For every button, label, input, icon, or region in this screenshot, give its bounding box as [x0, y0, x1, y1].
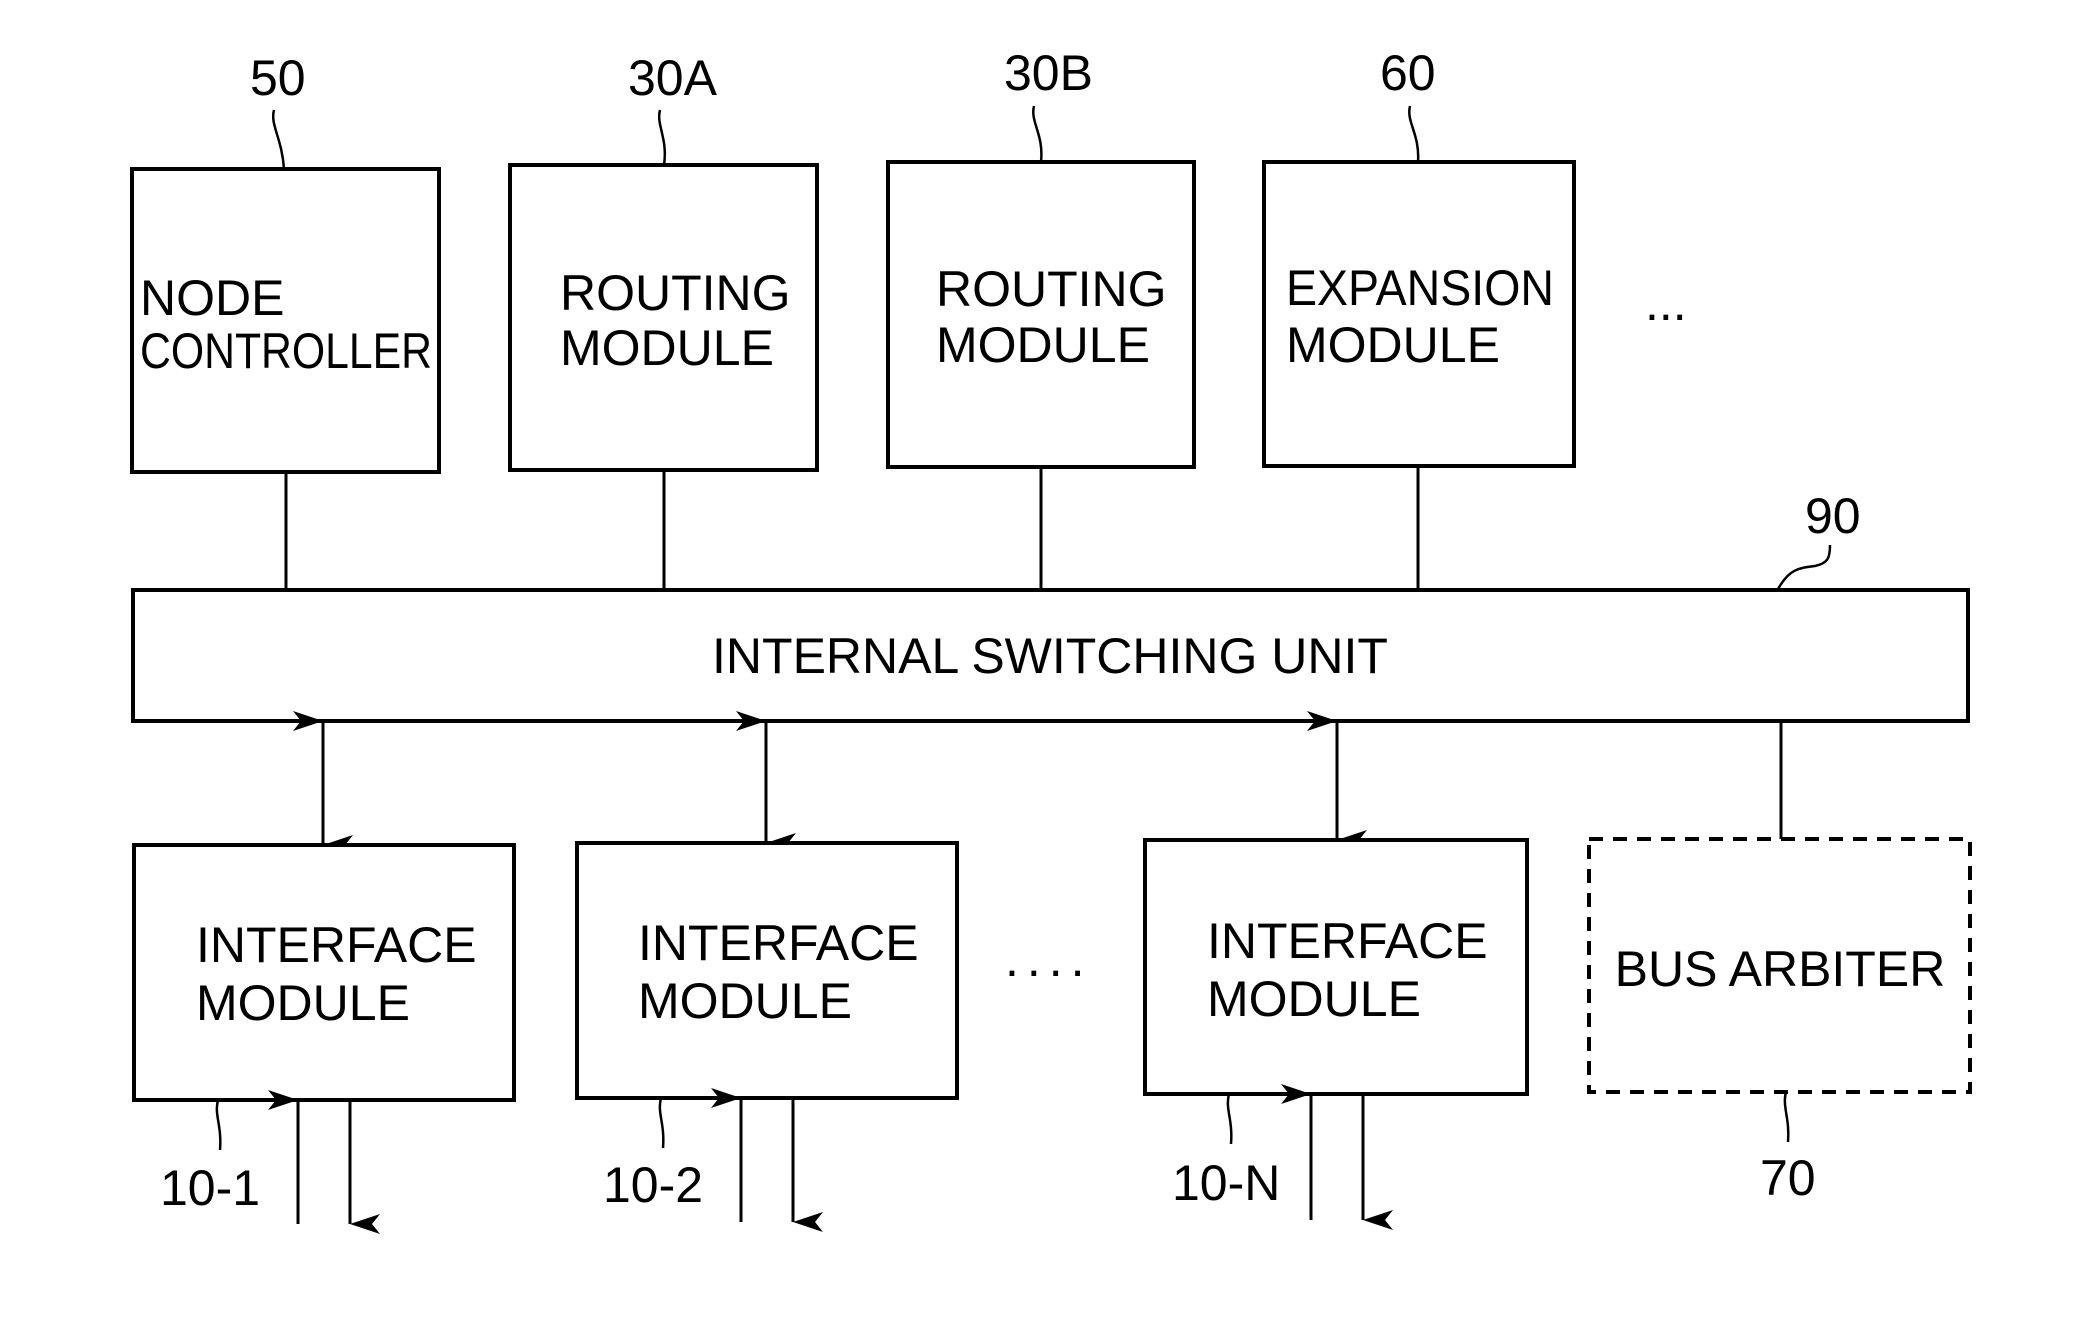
ref-leader-10-2 — [658, 1097, 665, 1149]
bottom-ellipsis: .... — [1005, 931, 1093, 987]
ref-leader-90 — [1776, 544, 1832, 590]
interface-module-2-label-line1: INTERFACE — [638, 915, 919, 971]
node-controller-block: 50 NODE CONTROLLER — [130, 50, 441, 474]
bus-arbiter-label: BUS ARBITER — [1615, 941, 1946, 997]
interface-module-1-block: INTERFACE MODULE 10-1 — [132, 843, 516, 1234]
ref-leader-70 — [1783, 1091, 1790, 1143]
ref-leader-50 — [271, 109, 286, 170]
ref-label-50: 50 — [250, 50, 306, 106]
expansion-module-label-line2: MODULE — [1286, 317, 1500, 373]
ref-label-10-n: 10-N — [1172, 1155, 1280, 1211]
internal-switching-unit-block: 90 INTERNAL SWITCHING UNIT — [131, 488, 1970, 723]
expansion-module-label-line1: EXPANSION — [1286, 260, 1554, 316]
ref-label-60: 60 — [1380, 45, 1436, 101]
routing-module-a-label-line2: MODULE — [560, 320, 774, 376]
block-diagram: 50 NODE CONTROLLER 30A ROUTING MODULE 30… — [130, 45, 1972, 1234]
internal-switching-unit-label: INTERNAL SWITCHING UNIT — [712, 628, 1388, 684]
interface-module-2-label-line2: MODULE — [638, 973, 852, 1029]
expansion-module-block: 60 EXPANSION MODULE — [1262, 45, 1576, 468]
top-ellipsis: ... — [1645, 275, 1687, 331]
ref-label-90: 90 — [1805, 488, 1861, 544]
ref-label-10-2: 10-2 — [603, 1157, 703, 1213]
interface-module-n-label-line2: MODULE — [1207, 971, 1421, 1027]
ref-label-30b: 30B — [1004, 45, 1093, 101]
ref-leader-30b — [1032, 105, 1043, 163]
ref-label-70: 70 — [1760, 1150, 1816, 1206]
routing-module-a-block: 30A ROUTING MODULE — [508, 50, 819, 472]
bus-arbiter-block: BUS ARBITER 70 — [1587, 837, 1972, 1206]
routing-module-b-label-line1: ROUTING — [936, 261, 1167, 317]
node-controller-label-line1: NODE — [140, 270, 284, 326]
ref-label-10-1: 10-1 — [160, 1160, 260, 1216]
routing-module-b-block: 30B ROUTING MODULE — [886, 45, 1196, 469]
routing-module-b-label-line2: MODULE — [936, 317, 1150, 373]
ref-label-30a: 30A — [628, 50, 718, 106]
ref-leader-10-n — [1226, 1093, 1233, 1145]
routing-module-a-label-line1: ROUTING — [560, 265, 791, 321]
interface-module-n-label-line1: INTERFACE — [1207, 913, 1488, 969]
interface-module-1-label-line2: MODULE — [196, 975, 410, 1031]
node-controller-label-line2: CONTROLLER — [140, 323, 432, 379]
ref-leader-30a — [657, 109, 667, 166]
interface-module-n-block: INTERFACE MODULE 10-N — [1143, 838, 1529, 1230]
interface-module-2-block: INTERFACE MODULE 10-2 — [575, 841, 959, 1232]
interface-module-1-label-line1: INTERFACE — [196, 917, 477, 973]
ref-leader-60 — [1408, 105, 1420, 163]
ref-leader-10-1 — [215, 1099, 222, 1151]
